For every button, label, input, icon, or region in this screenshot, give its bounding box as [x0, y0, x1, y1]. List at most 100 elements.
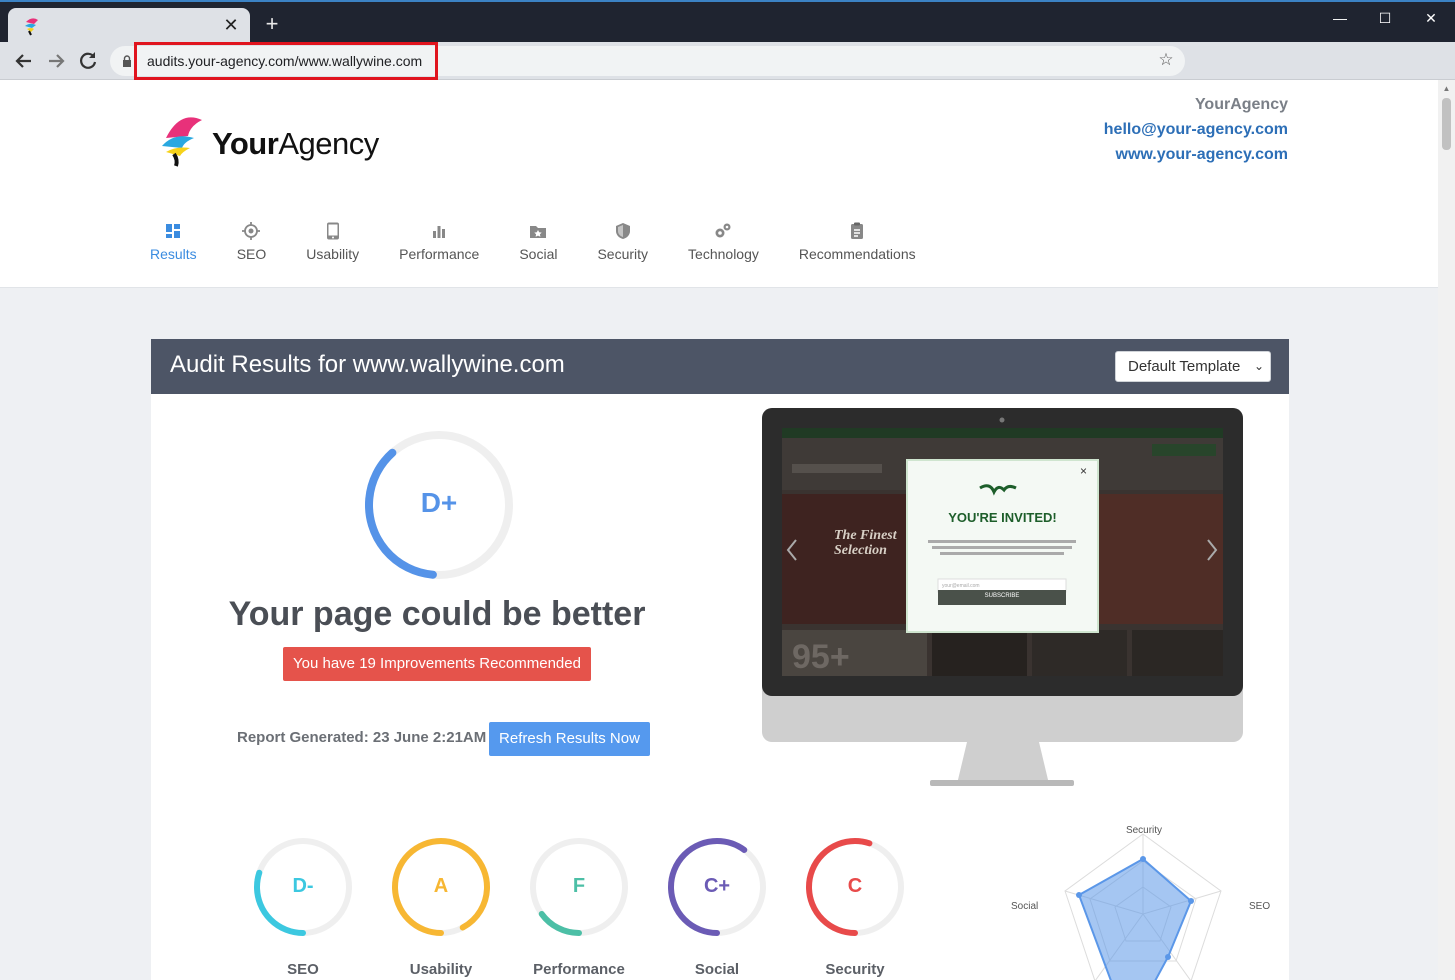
tablet-icon: [326, 222, 339, 240]
template-select-value: Default Template: [1128, 358, 1241, 375]
reload-button[interactable]: [76, 49, 100, 73]
tab-results[interactable]: Results: [140, 218, 207, 268]
gauge-grade: A: [433, 875, 449, 897]
radar-area: [1077, 857, 1193, 980]
report-generated: Report Generated: 23 June 2:21AM: [237, 729, 487, 746]
forward-arrow-icon: [49, 54, 65, 68]
new-tab-button[interactable]: +: [260, 12, 284, 36]
url-highlight-box: audits.your-agency.com/www.wallywine.com: [134, 42, 438, 80]
tab-label: SEO: [236, 246, 267, 262]
agency-website-link[interactable]: www.your-agency.com: [1104, 142, 1288, 167]
browser-toolbar: audits.your-agency.com/www.wallywine.com…: [0, 42, 1455, 80]
tab-label: Technology: [688, 246, 759, 262]
page-content: YourAgency YourAgency hello@your-agency.…: [0, 80, 1438, 980]
page-headline: Your page could be better: [228, 595, 646, 633]
minimize-button[interactable]: —: [1325, 8, 1355, 28]
maximize-button[interactable]: ☐: [1370, 8, 1400, 28]
favicon-icon: [25, 18, 38, 36]
lock-icon: [123, 55, 131, 67]
address-bar[interactable]: audits.your-agency.com/www.wallywine.com…: [110, 42, 1185, 80]
tab-label: Social: [519, 246, 558, 262]
browser-titlebar: ✕ + — ☐ ✕: [0, 0, 1455, 44]
gauge-grade: D-: [292, 875, 314, 897]
tab-label: Recommendations: [798, 246, 916, 262]
gauge-label: Social: [694, 961, 740, 978]
popup-button-label[interactable]: SUBSCRIBE: [938, 593, 1066, 599]
tab-label: Usability: [306, 246, 360, 262]
reload-icon: [80, 52, 97, 69]
radar-chart: Security SEO Social: [1001, 789, 1281, 980]
browser-tab[interactable]: ✕: [8, 8, 250, 44]
tab-technology[interactable]: Technology: [678, 218, 769, 268]
overall-grade: D+: [420, 487, 458, 518]
radar-axis-label: SEO: [1249, 901, 1271, 912]
gauge-social[interactable]: C+ Social: [665, 835, 769, 980]
report-header: YourAgency YourAgency hello@your-agency.…: [0, 80, 1438, 288]
radar-axis-label: Security: [1125, 825, 1163, 836]
popup-title: YOU'RE INVITED!: [948, 510, 1057, 525]
radar-point: [1140, 856, 1146, 862]
page-scrollbar[interactable]: ▲: [1438, 80, 1455, 980]
bar-chart-icon: [433, 226, 446, 238]
gauge-grade: C: [847, 875, 863, 897]
gauge-performance[interactable]: F Performance: [527, 835, 631, 980]
hero-text: The Finest Selection: [834, 528, 897, 558]
logo-wordmark: YourAgency: [212, 126, 379, 161]
website-preview: YOU'RE INVITED! × SUBSCRIBE your@email.c…: [762, 408, 1243, 788]
tab-social[interactable]: Social: [509, 218, 567, 268]
gauge-label: Usability: [409, 961, 473, 978]
target-icon: [242, 222, 261, 240]
agency-name: YourAgency: [1194, 96, 1288, 113]
tab-usability[interactable]: Usability: [296, 218, 369, 268]
tab-recommendations[interactable]: Recommendations: [789, 218, 926, 268]
url-text[interactable]: audits.your-agency.com/www.wallywine.com: [147, 53, 422, 69]
bookmark-star-icon[interactable]: ☆: [1157, 51, 1175, 69]
agency-logo: YourAgency: [160, 114, 400, 170]
chevron-down-icon: ⌄: [1253, 359, 1264, 373]
tab-seo[interactable]: SEO: [227, 218, 277, 268]
radar-point: [1076, 892, 1082, 898]
back-button[interactable]: [12, 49, 36, 73]
popup-email-input[interactable]: your@email.com: [942, 583, 980, 589]
gauge-label: SEO: [287, 961, 319, 978]
audit-results-card: Audit Results for www.wallywine.com Defa…: [151, 339, 1289, 980]
gauge-label: Security: [825, 961, 885, 978]
tab-label: Security: [597, 246, 649, 262]
radar-axis-label: Social: [1011, 901, 1039, 912]
scroll-up-icon[interactable]: ▲: [1438, 82, 1455, 96]
category-gauges: D- SEO A Usability F Performance C+ Soci…: [251, 835, 931, 980]
gauge-grade: F: [572, 875, 586, 897]
tab-close-icon[interactable]: ✕: [220, 14, 242, 36]
back-arrow-icon: [15, 54, 31, 68]
tab-label: Performance: [399, 246, 480, 262]
overall-grade-gauge: D+: [361, 427, 517, 583]
refresh-results-button[interactable]: Refresh Results Now: [489, 722, 650, 756]
gauge-grade: C+: [703, 875, 731, 897]
radar-point: [1188, 898, 1194, 904]
gauge-usability[interactable]: A Usability: [389, 835, 493, 980]
gauge-seo[interactable]: D- SEO: [251, 835, 355, 980]
scroll-thumb[interactable]: [1442, 98, 1451, 150]
radar-point: [1165, 954, 1171, 960]
popup-close-icon[interactable]: ×: [1080, 464, 1087, 478]
template-select[interactable]: Default Template ⌄: [1115, 351, 1271, 382]
tab-label: Results: [150, 246, 197, 262]
hero-score-text: 95+: [792, 638, 850, 676]
close-window-button[interactable]: ✕: [1416, 8, 1446, 28]
forward-button[interactable]: [44, 49, 68, 73]
tab-security[interactable]: Security: [587, 218, 658, 268]
agency-contact: YourAgency hello@your-agency.com www.you…: [1104, 92, 1288, 167]
shield-icon: [615, 223, 630, 239]
agency-email-link[interactable]: hello@your-agency.com: [1104, 117, 1288, 142]
clipboard-icon: [851, 222, 864, 239]
tab-performance[interactable]: Performance: [389, 218, 489, 268]
logo-mark-icon: [162, 117, 202, 167]
dashboard-icon: [166, 224, 181, 238]
star-folder-icon: [530, 226, 547, 238]
gauge-security[interactable]: C Security: [803, 835, 907, 980]
audit-card-header: Audit Results for www.wallywine.com Defa…: [151, 339, 1289, 394]
gears-icon: [715, 223, 731, 238]
improvements-badge[interactable]: You have 19 Improvements Recommended: [283, 647, 591, 681]
report-nav: Results SEO Usability Performance Social…: [140, 218, 946, 268]
audit-title: Audit Results for www.wallywine.com: [170, 351, 565, 378]
